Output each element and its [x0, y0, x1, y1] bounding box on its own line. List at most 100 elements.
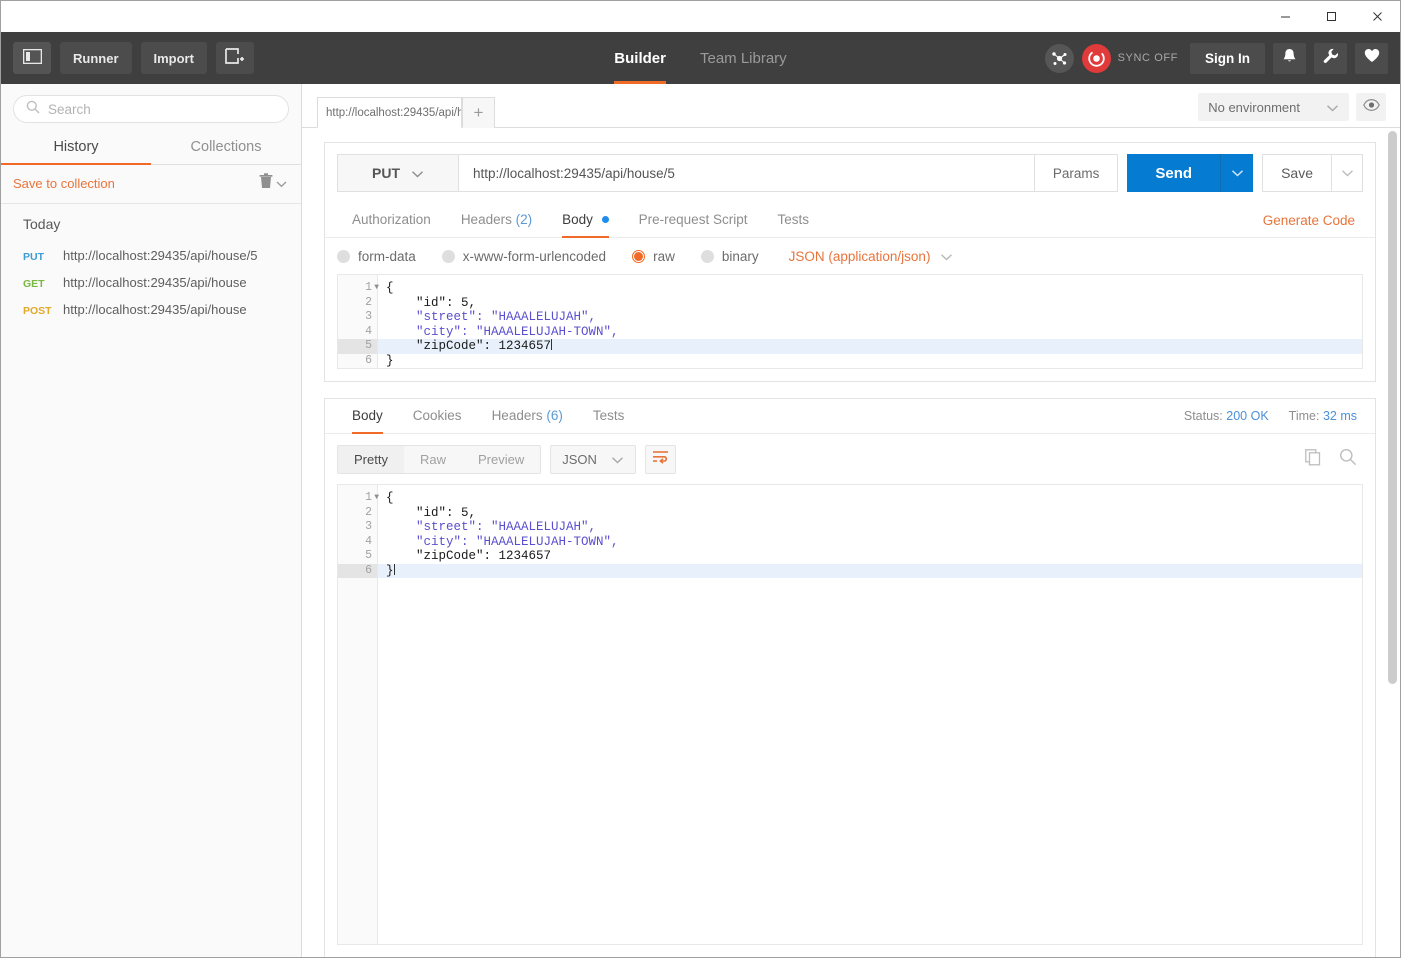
code-line: "zipCode": 1234657	[386, 549, 552, 563]
params-button[interactable]: Params	[1034, 154, 1119, 192]
url-value: http://localhost:29435/api/house/5	[473, 165, 675, 181]
runner-button[interactable]: Runner	[60, 42, 132, 74]
interceptor-icon[interactable]	[1044, 43, 1074, 73]
sync-off-icon	[1081, 43, 1111, 73]
time-label: Time:	[1288, 409, 1320, 423]
sidebar-toggle-button[interactable]	[13, 42, 51, 74]
heart-icon	[1364, 48, 1380, 68]
settings-button[interactable]	[1314, 42, 1347, 74]
chevron-down-icon	[411, 165, 424, 181]
chevron-down-icon	[1231, 164, 1244, 182]
search-box[interactable]	[13, 95, 289, 123]
code-line: "id": 5,	[386, 295, 477, 310]
view-preview-label: Preview	[477, 452, 525, 467]
response-tab-headers[interactable]: Headers (6)	[477, 399, 578, 433]
search-icon	[26, 100, 40, 119]
generate-code-link[interactable]: Generate Code	[1263, 213, 1363, 228]
window-maximize-button[interactable]	[1308, 1, 1354, 32]
body-type-form-data[interactable]: form-data	[337, 249, 416, 264]
postman-window: Runner Import Builder Team Library SYNC …	[0, 0, 1401, 958]
nav-team-library[interactable]: Team Library	[700, 32, 787, 84]
history-item-0[interactable]: PUT http://localhost:29435/api/house/5	[1, 242, 301, 269]
import-button[interactable]: Import	[140, 42, 207, 74]
line-number: 5	[365, 549, 372, 562]
save-to-collection-link[interactable]: Save to collection	[13, 176, 115, 191]
line-number: 1 ▼	[365, 281, 379, 296]
history-url: http://localhost:29435/api/house	[63, 302, 247, 317]
response-tab-cookies[interactable]: Cookies	[398, 399, 477, 433]
response-section-tabs: Body Cookies Headers (6) Tests Status: 2…	[325, 399, 1375, 434]
window-close-button[interactable]	[1354, 1, 1400, 32]
new-request-tab-button[interactable]: +	[462, 97, 495, 128]
wrench-icon	[1323, 48, 1339, 69]
save-options-button[interactable]	[1332, 154, 1363, 192]
clear-history-button[interactable]	[259, 173, 287, 194]
tab-body[interactable]: Body	[547, 203, 624, 238]
url-row: PUT http://localhost:29435/api/house/5 P…	[325, 143, 1375, 203]
nav-builder[interactable]: Builder	[614, 32, 666, 84]
main-vertical-scrollbar[interactable]	[1388, 131, 1397, 684]
window-minimize-button[interactable]	[1262, 1, 1308, 32]
url-input[interactable]: http://localhost:29435/api/house/5	[459, 154, 1035, 192]
response-format-selector[interactable]: JSON	[550, 445, 636, 474]
sync-label: SYNC OFF	[1117, 52, 1178, 64]
response-panel: Body Cookies Headers (6) Tests Status: 2…	[324, 398, 1376, 957]
body-type-raw[interactable]: raw	[632, 249, 675, 264]
response-editor-code[interactable]: { "id": 5, "street": "HAAALELUJAH", "cit…	[378, 485, 1362, 944]
tab-authorization[interactable]: Authorization	[337, 203, 446, 237]
line-number: 4	[365, 534, 372, 548]
main-area: http://localhost:29435/api/h + No enviro…	[302, 84, 1400, 957]
sidebar-tab-collections[interactable]: Collections	[151, 132, 301, 164]
tab-pre-request-script[interactable]: Pre-request Script	[624, 203, 763, 237]
body-type-urlencoded[interactable]: x-www-form-urlencoded	[441, 249, 607, 264]
tab-tests[interactable]: Tests	[762, 203, 824, 237]
save-to-collection-row: Save to collection	[1, 165, 301, 204]
copy-icon[interactable]	[1305, 448, 1322, 471]
environment-quick-look-button[interactable]	[1356, 93, 1386, 121]
request-body-editor[interactable]: 1 ▼ 2 3 4 5 6 { "id": 5, "street": "HAAAL…	[337, 274, 1363, 369]
code-line: "id": 5,	[386, 505, 477, 520]
sidebar-tab-history[interactable]: History	[1, 132, 151, 165]
body-type-binary[interactable]: binary	[700, 249, 759, 264]
method-selector[interactable]: PUT	[337, 154, 459, 192]
environment-selector[interactable]: No environment	[1198, 93, 1349, 121]
sign-in-label: Sign In	[1205, 50, 1250, 66]
save-request-button[interactable]: Save	[1262, 154, 1332, 192]
request-tab-0[interactable]: http://localhost:29435/api/h	[317, 97, 462, 128]
method-label: PUT	[372, 165, 400, 181]
response-tab-body[interactable]: Body	[337, 399, 398, 434]
view-raw[interactable]: Raw	[404, 446, 462, 473]
body-type-urlencoded-label: x-www-form-urlencoded	[462, 249, 607, 264]
line-number: 6	[365, 353, 372, 367]
send-button[interactable]: Send	[1127, 154, 1222, 192]
content-type-selector[interactable]: JSON (application/json)	[789, 249, 954, 264]
fold-icon[interactable]: ▼	[374, 281, 379, 296]
favorites-button[interactable]	[1355, 42, 1388, 74]
word-wrap-button[interactable]	[644, 445, 676, 474]
response-body-editor[interactable]: 1 ▼ 2 3 4 5 6 { "id": 5, "street": "HAAAL…	[337, 484, 1363, 945]
line-number: 6	[338, 563, 377, 578]
send-options-button[interactable]	[1221, 154, 1254, 192]
new-window-button[interactable]	[215, 42, 254, 74]
history-item-2[interactable]: POST http://localhost:29435/api/house	[1, 296, 301, 323]
time-badge: Time: 32 ms	[1289, 409, 1357, 423]
response-meta: Status: 200 OK Time: 32 ms	[1184, 409, 1363, 423]
response-tab-body-label: Body	[352, 408, 383, 423]
chevron-down-icon	[611, 452, 624, 467]
fold-icon[interactable]: ▼	[374, 491, 379, 506]
search-icon[interactable]	[1339, 448, 1357, 471]
history-item-1[interactable]: GET http://localhost:29435/api/house	[1, 269, 301, 296]
view-pretty[interactable]: Pretty	[338, 446, 404, 473]
response-tab-tests-label: Tests	[592, 408, 625, 423]
line-number: 3	[365, 520, 372, 533]
search-input[interactable]	[48, 101, 276, 117]
tab-headers[interactable]: Headers (2)	[446, 203, 547, 237]
sign-in-button[interactable]: Sign In	[1190, 42, 1265, 74]
request-editor-code[interactable]: { "id": 5, "street": "HAAALELUJAH", "cit…	[378, 275, 1362, 368]
notifications-button[interactable]	[1273, 42, 1306, 74]
sync-status[interactable]: SYNC OFF	[1081, 43, 1178, 73]
response-tab-tests[interactable]: Tests	[578, 399, 640, 433]
response-toolbar: Pretty Raw Preview JSON	[325, 434, 1375, 484]
view-preview[interactable]: Preview	[462, 446, 540, 473]
history-day-label: Today	[23, 216, 61, 232]
